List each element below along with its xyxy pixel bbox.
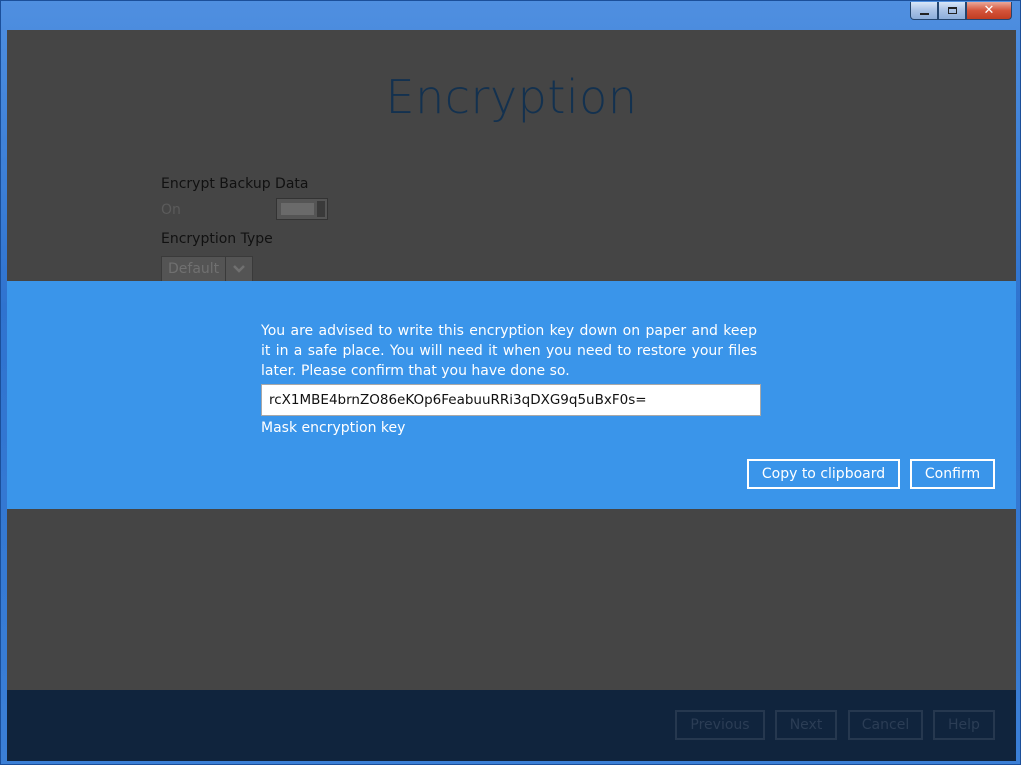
client-area: Encryption Encrypt Backup Data On Encryp… bbox=[7, 30, 1016, 761]
wizard-footer: Previous Next Cancel Help bbox=[7, 690, 1016, 761]
close-button[interactable]: ✕ bbox=[966, 2, 1012, 20]
close-icon: ✕ bbox=[983, 3, 995, 18]
cancel-button[interactable]: Cancel bbox=[848, 710, 923, 740]
encryption-type-label: Encryption Type bbox=[161, 231, 273, 247]
chevron-down-icon bbox=[225, 257, 252, 281]
next-button[interactable]: Next bbox=[775, 710, 837, 740]
minimize-button[interactable] bbox=[910, 2, 938, 20]
window-frame: ✕ Encryption Encrypt Backup Data On Encr… bbox=[0, 0, 1021, 765]
encryption-type-value: Default bbox=[168, 261, 220, 277]
help-button[interactable]: Help bbox=[933, 710, 995, 740]
maximize-button[interactable] bbox=[938, 2, 966, 20]
confirm-button[interactable]: Confirm bbox=[910, 459, 995, 489]
encrypt-state-text: On bbox=[161, 202, 181, 218]
encrypt-toggle[interactable] bbox=[276, 198, 328, 220]
mask-encryption-key-link[interactable]: Mask encryption key bbox=[261, 420, 405, 436]
window-controls: ✕ bbox=[910, 2, 1012, 20]
copy-to-clipboard-button[interactable]: Copy to clipboard bbox=[747, 459, 900, 489]
advisory-text: You are advised to write this encryption… bbox=[261, 323, 757, 379]
maximize-icon bbox=[947, 7, 957, 14]
toggle-knob bbox=[317, 201, 325, 217]
encryption-key-field[interactable]: rcX1MBE4brnZO86eKOp6FeabuuRRi3qDXG9q5uBx… bbox=[261, 384, 761, 416]
encrypt-backup-label: Encrypt Backup Data bbox=[161, 176, 309, 192]
previous-button[interactable]: Previous bbox=[675, 710, 765, 740]
toggle-track bbox=[281, 203, 314, 215]
encryption-key-dialog: You are advised to write this encryption… bbox=[7, 281, 1016, 509]
minimize-icon bbox=[919, 12, 929, 15]
page-title: Encryption bbox=[385, 70, 638, 124]
encryption-type-select[interactable]: Default bbox=[161, 256, 253, 282]
